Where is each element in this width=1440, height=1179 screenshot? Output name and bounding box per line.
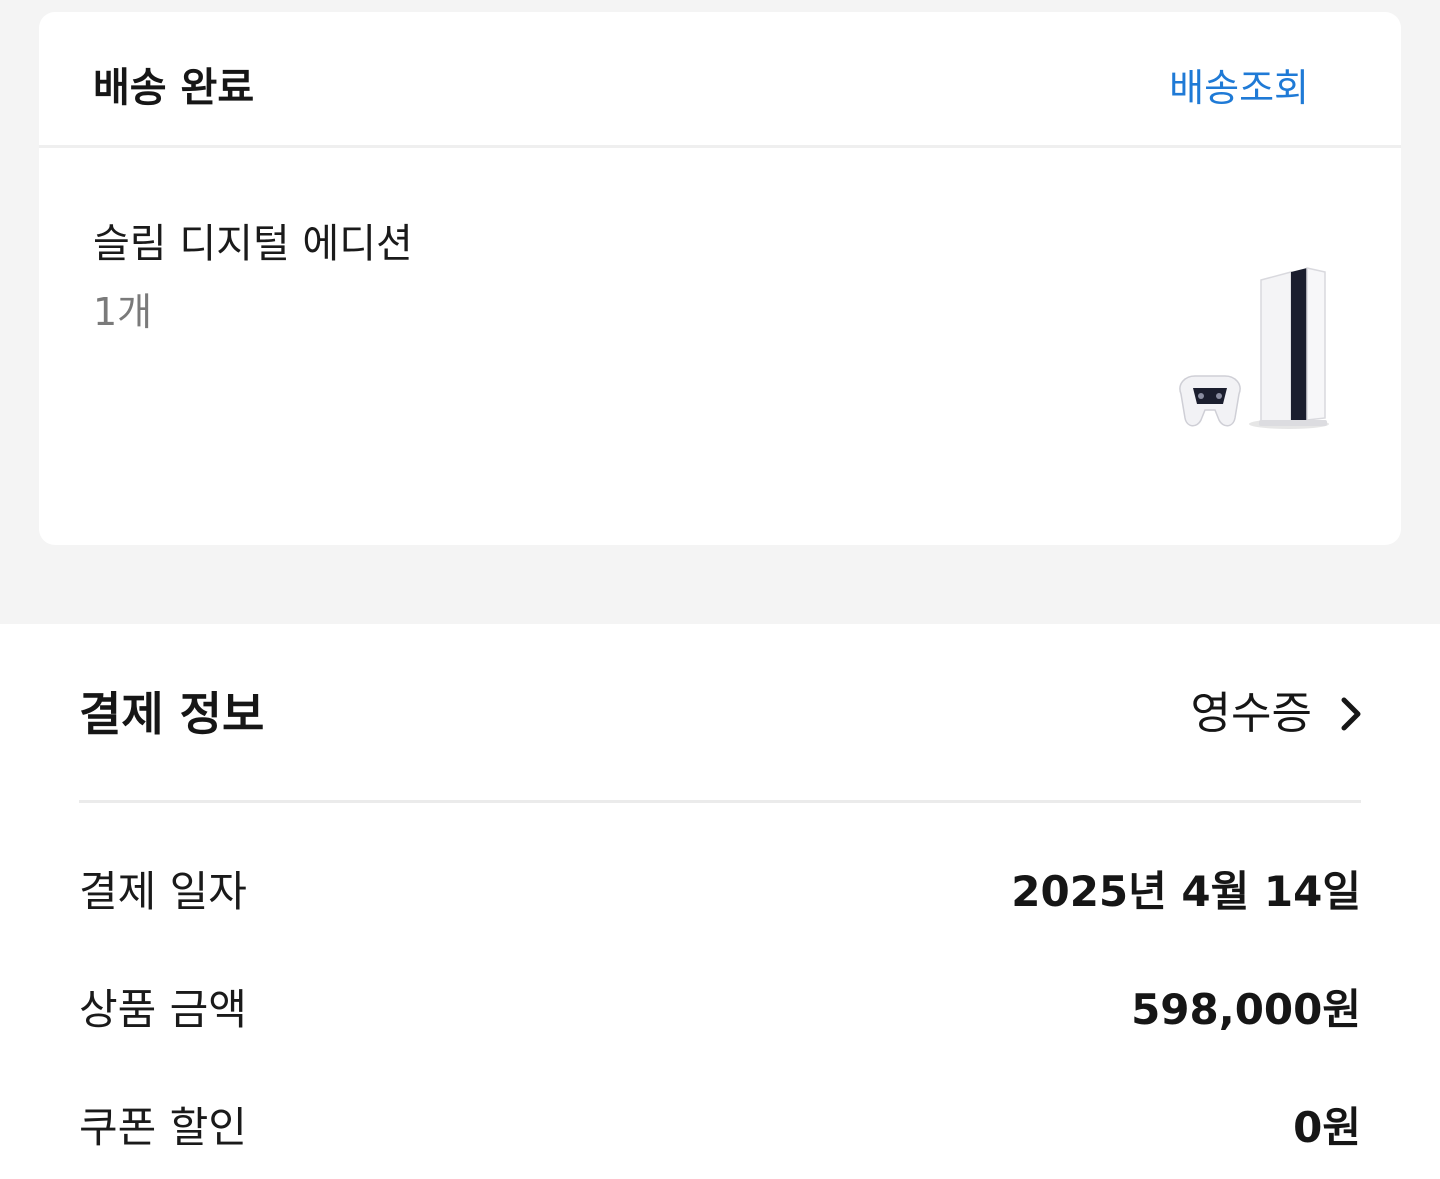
payment-info-title: 결제 정보	[79, 687, 265, 741]
product-amount-label: 상품 금액	[79, 984, 247, 1034]
delivery-status: 배송 완료	[93, 65, 255, 111]
payment-date-value: 2025년 4월 14일	[1011, 866, 1361, 916]
product-name: 슬림 디지털 에디션	[93, 221, 413, 267]
payment-section: 결제 정보 영수증 결제 일자 2025년 4월 14일 상품 금액 598,0…	[0, 624, 1440, 1179]
receipt-button[interactable]: 영수증	[1191, 684, 1364, 744]
coupon-discount-label: 쿠폰 할인	[79, 1102, 247, 1152]
chevron-right-icon	[1341, 697, 1361, 731]
product-amount-value: 598,000원	[1131, 984, 1361, 1034]
divider	[79, 800, 1361, 803]
coupon-discount-row: 쿠폰 할인 0원	[79, 1094, 1361, 1154]
order-card: 배송 완료 배송조회 슬림 디지털 에디션 1개	[39, 12, 1401, 545]
coupon-discount-value: 0원	[1293, 1102, 1361, 1152]
track-shipment-link[interactable]: 배송조회	[1169, 62, 1309, 114]
product-amount-row: 상품 금액 598,000원	[79, 976, 1361, 1036]
order-card-header: 배송 완료 배송조회	[39, 12, 1401, 148]
order-area: 배송 완료 배송조회 슬림 디지털 에디션 1개	[0, 0, 1440, 624]
payment-date-row: 결제 일자 2025년 4월 14일	[79, 858, 1361, 918]
product-quantity: 1개	[93, 290, 153, 334]
console-and-controller-image[interactable]	[1129, 258, 1349, 438]
payment-date-label: 결제 일자	[79, 866, 247, 916]
receipt-label: 영수증	[1190, 688, 1312, 739]
